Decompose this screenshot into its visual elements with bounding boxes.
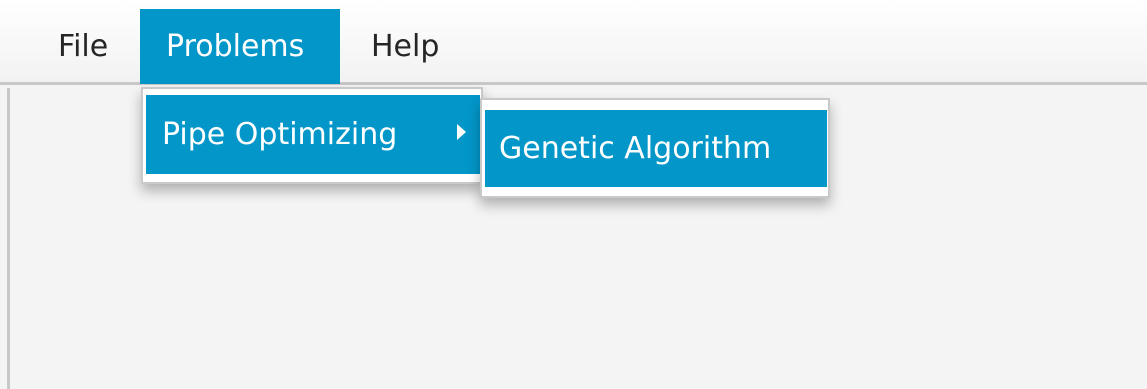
- pipe-optimizing-submenu: Genetic Algorithm: [480, 98, 830, 198]
- menu-bar: File Problems Help: [0, 0, 1147, 85]
- menu-item-genetic-algorithm-label: Genetic Algorithm: [499, 131, 772, 166]
- menu-help[interactable]: Help: [355, 9, 465, 84]
- menu-help-label: Help: [371, 29, 440, 64]
- problems-dropdown: Pipe Optimizing: [141, 87, 483, 184]
- menu-problems-label: Problems: [166, 29, 305, 64]
- menu-file-label: File: [58, 29, 109, 64]
- app-window: File Problems Help Pipe Optimizing Genet…: [0, 0, 1147, 389]
- menu-item-pipe-optimizing-label: Pipe Optimizing: [162, 117, 398, 152]
- menu-item-pipe-optimizing[interactable]: Pipe Optimizing: [146, 95, 480, 174]
- chevron-right-icon: [457, 124, 466, 140]
- menu-item-genetic-algorithm[interactable]: Genetic Algorithm: [485, 110, 827, 187]
- menu-file[interactable]: File: [44, 9, 134, 84]
- menu-problems[interactable]: Problems: [140, 9, 340, 84]
